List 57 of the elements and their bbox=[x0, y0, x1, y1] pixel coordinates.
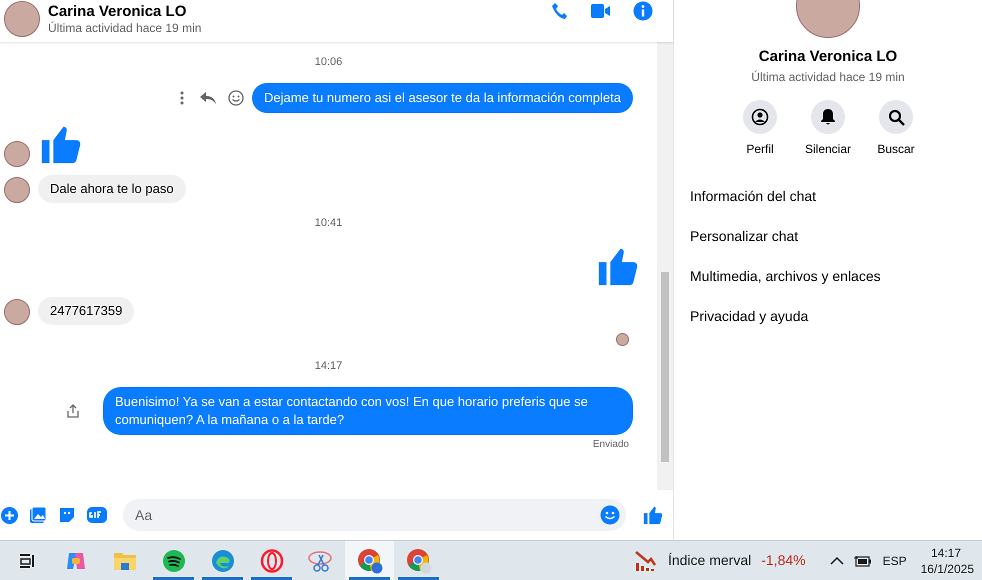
scrollbar[interactable] bbox=[657, 42, 673, 490]
message-bubble: Dale ahora te lo paso bbox=[38, 174, 186, 202]
gif-icon[interactable] bbox=[87, 506, 107, 524]
avatar-photo bbox=[616, 333, 629, 346]
profile-action-button[interactable]: Buscar bbox=[874, 100, 918, 158]
plus-icon[interactable] bbox=[1, 506, 18, 524]
message-bubble: 2477617359 bbox=[38, 297, 134, 325]
message-bubble: Buenisimo! Ya se van a estar contactando con vos! En que horario preferis que se comuniquen? A la mañana o a la tarde? bbox=[103, 386, 633, 434]
battery-icon[interactable] bbox=[854, 554, 872, 566]
chat-menu-item[interactable]: Personalizar chat bbox=[690, 216, 966, 256]
browser-badge-icon bbox=[356, 548, 382, 574]
profile-name: Carina Veronica LO bbox=[758, 48, 898, 66]
info-icon[interactable] bbox=[633, 1, 653, 21]
phone-icon[interactable] bbox=[551, 2, 569, 20]
scissors-icon bbox=[308, 548, 334, 572]
activity-status: Última actividad hace 19 min bbox=[48, 21, 202, 35]
avatar-photo bbox=[4, 1, 40, 37]
bell-icon bbox=[820, 108, 836, 126]
widget-label: Índice merval bbox=[668, 551, 752, 570]
share-icon[interactable] bbox=[67, 404, 79, 418]
sound-waves-circle-icon bbox=[162, 548, 186, 572]
contact-name[interactable]: Carina Veronica LO bbox=[48, 3, 202, 21]
widget-value: -1,84% bbox=[761, 551, 806, 570]
profile-status: Última actividad hace 19 min bbox=[751, 69, 905, 86]
avatar-photo bbox=[4, 176, 30, 202]
reply-icon[interactable] bbox=[200, 90, 216, 104]
chevron-up-icon[interactable] bbox=[830, 556, 844, 566]
smiley-icon[interactable] bbox=[228, 90, 244, 106]
timestamp: 10:41 bbox=[314, 216, 342, 230]
timestamp: 14:17 bbox=[314, 359, 342, 374]
wave-circle-icon bbox=[210, 548, 234, 572]
clock-time[interactable]: 14:17 bbox=[930, 544, 974, 560]
ring-icon bbox=[260, 548, 284, 572]
falling-chart-icon[interactable] bbox=[634, 550, 658, 572]
emoji-icon[interactable] bbox=[600, 505, 620, 525]
message-input[interactable]: Aa bbox=[123, 499, 626, 531]
language-indicator[interactable]: ESP bbox=[882, 552, 907, 570]
timestamp: 10:06 bbox=[314, 55, 342, 70]
video-camera-icon[interactable] bbox=[591, 3, 611, 19]
avatar-photo bbox=[4, 140, 30, 166]
task-view-icon bbox=[18, 552, 36, 570]
sticker-icon[interactable] bbox=[58, 506, 76, 524]
clock-date[interactable]: 16/1/2025 bbox=[920, 560, 974, 576]
browser-badge-icon bbox=[406, 548, 432, 574]
profile-icon bbox=[751, 108, 769, 126]
message-bubble: Dejame tu numero asi el asesor te da la información completa bbox=[252, 82, 633, 112]
delivery-status: Enviado bbox=[592, 438, 629, 450]
more-icon[interactable] bbox=[180, 90, 184, 104]
thumbs-up-icon bbox=[642, 504, 664, 526]
chat-menu-item[interactable]: Multimedia, archivos y enlaces bbox=[690, 256, 966, 296]
image-icon[interactable] bbox=[29, 506, 47, 524]
chat-menu-item[interactable]: Privacidad y ayuda bbox=[690, 296, 966, 336]
profile-action-button[interactable]: Perfil bbox=[738, 100, 782, 158]
profile-action-button[interactable]: Silenciar bbox=[806, 100, 850, 158]
search-icon bbox=[888, 108, 904, 126]
avatar-photo bbox=[4, 299, 30, 325]
chat-menu-item[interactable]: Información del chat bbox=[690, 176, 966, 216]
